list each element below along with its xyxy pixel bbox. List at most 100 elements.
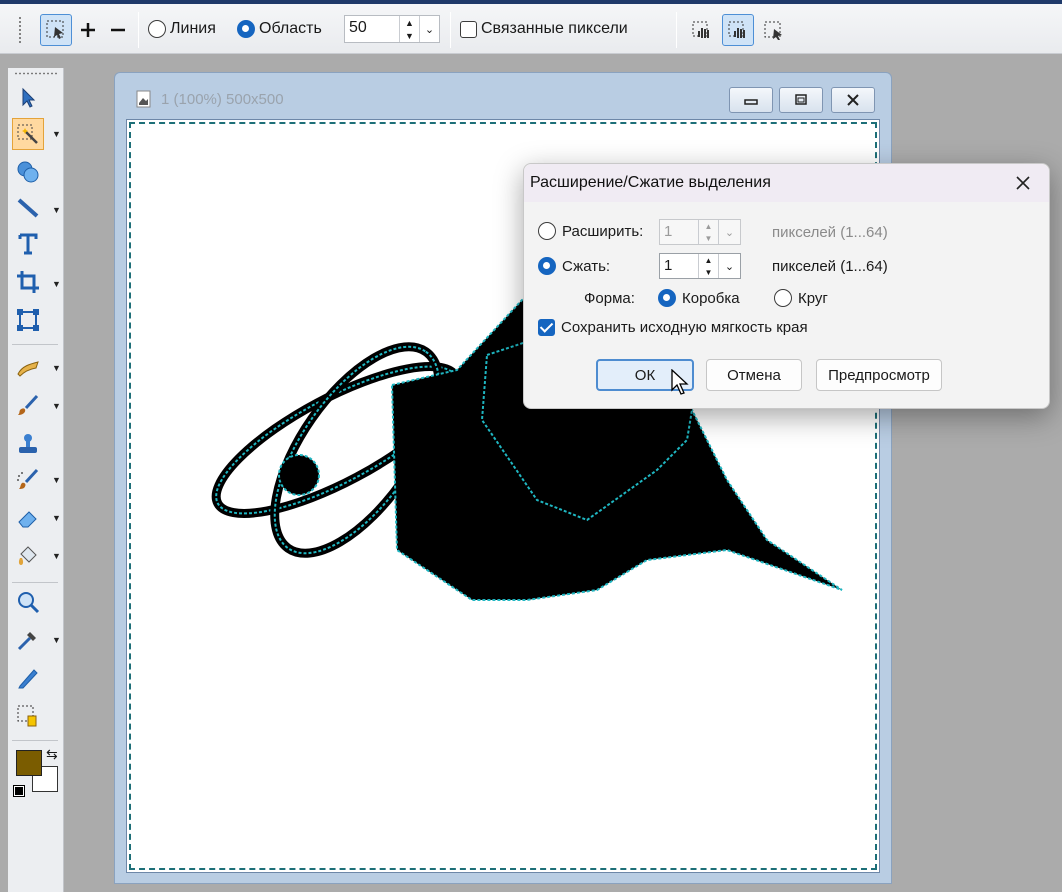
selection-mode-button[interactable]: [40, 14, 72, 46]
spin-up-icon[interactable]: ▲: [400, 16, 419, 29]
tool-brush[interactable]: [12, 390, 44, 422]
tool-pointer[interactable]: [12, 82, 44, 114]
minimize-icon: [744, 99, 758, 105]
expand-range-label: пикселей (1...64): [772, 224, 888, 241]
shrink-stepper[interactable]: 1 ▲ ▼ ⌄: [659, 253, 741, 279]
separator: [12, 582, 58, 583]
shape-circle-label: Круг: [798, 289, 828, 307]
spin-down-icon[interactable]: ▼: [400, 29, 419, 42]
tool-eyedropper[interactable]: [12, 624, 44, 656]
chevron-down-icon[interactable]: ▼: [52, 636, 61, 645]
expand-shrink-dialog: Расширение/Сжатие выделения Расширить: 1…: [523, 163, 1050, 409]
separator: [138, 12, 139, 48]
tolerance-value[interactable]: 50: [345, 16, 399, 42]
tool-pen[interactable]: [12, 662, 44, 694]
chevron-down-icon[interactable]: ▼: [52, 364, 61, 373]
toolbox-grip[interactable]: [14, 72, 58, 75]
expand-stepper[interactable]: 1 ▲ ▼ ⌄: [659, 219, 741, 245]
tool-crop[interactable]: [12, 266, 44, 298]
mode-area-label: Область: [259, 20, 322, 37]
mode-area-option[interactable]: Область: [237, 20, 322, 38]
keep-softness-option[interactable]: Сохранить исходную мягкость края: [538, 319, 808, 336]
shrink-option[interactable]: Сжать:: [538, 257, 610, 275]
transform-icon: [17, 309, 39, 331]
tool-smudge[interactable]: [12, 352, 44, 384]
dialog-close-button[interactable]: [1005, 170, 1041, 196]
chevron-down-icon[interactable]: ▼: [52, 514, 61, 523]
chevron-down-icon[interactable]: ▼: [52, 130, 61, 139]
maximize-button[interactable]: [779, 87, 823, 113]
shape-circle-radio[interactable]: [774, 289, 792, 307]
spin-up-icon[interactable]: ▲: [699, 220, 718, 232]
mode-line-option[interactable]: Линия: [148, 20, 216, 38]
spin-down-icon[interactable]: ▼: [699, 266, 718, 278]
pointer-icon: [22, 87, 36, 108]
chevron-down-icon[interactable]: ⌄: [718, 220, 740, 244]
tool-transform[interactable]: [12, 304, 44, 336]
image-document-icon: [136, 90, 151, 108]
add-selection-button[interactable]: [76, 14, 100, 46]
tool-eraser[interactable]: [12, 502, 44, 534]
close-icon: [847, 94, 859, 106]
linked-pixels-option[interactable]: Связанные пиксели: [460, 20, 628, 38]
brush-icon: [18, 394, 39, 415]
spin-down-icon[interactable]: ▼: [699, 232, 718, 244]
select-rect-button[interactable]: [760, 14, 788, 46]
expand-radio[interactable]: [538, 222, 556, 240]
chevron-down-icon[interactable]: ▼: [52, 206, 61, 215]
fill-icon: [18, 546, 37, 565]
mode-area-radio[interactable]: [237, 20, 255, 38]
select-similar-button[interactable]: [688, 14, 716, 46]
selection-mode-icon: [46, 20, 64, 39]
default-colors-icon[interactable]: [13, 785, 25, 797]
shrink-radio[interactable]: [538, 257, 556, 275]
tool-magic-wand[interactable]: [12, 118, 44, 150]
smudge-icon: [17, 361, 39, 377]
minimize-button[interactable]: [729, 87, 773, 113]
tool-zoom[interactable]: [12, 586, 44, 618]
foreground-color-swatch[interactable]: [16, 750, 42, 776]
tool-shapes[interactable]: [12, 156, 44, 188]
dialog-title: Расширение/Сжатие выделения: [530, 174, 771, 191]
separator: [676, 12, 677, 48]
close-button[interactable]: [831, 87, 875, 113]
shape-box-option[interactable]: Коробка: [658, 289, 740, 307]
chevron-down-icon[interactable]: ▼: [52, 476, 61, 485]
preview-button[interactable]: Предпросмотр: [816, 359, 942, 391]
shape-circle-option[interactable]: Круг: [774, 289, 828, 307]
tolerance-stepper[interactable]: 50 ▲ ▼ ⌄: [344, 15, 440, 43]
chevron-down-icon[interactable]: ▼: [52, 402, 61, 411]
spin-up-icon[interactable]: ▲: [699, 254, 718, 266]
keep-softness-checkbox[interactable]: [538, 319, 555, 336]
chevron-down-icon[interactable]: ▼: [52, 280, 61, 289]
tool-stamp[interactable]: [12, 428, 44, 460]
toolbox: ▼ ▼ ▼ ▼ ▼ ▼ ▼ ▼ ▼ ⇆: [8, 68, 64, 892]
expand-option[interactable]: Расширить:: [538, 222, 643, 240]
mouse-cursor-icon: [671, 369, 689, 395]
toolbar-grip[interactable]: [18, 16, 22, 44]
linked-pixels-checkbox[interactable]: [460, 20, 477, 38]
airbrush-icon: [17, 468, 39, 489]
shrink-label: Сжать:: [562, 257, 611, 275]
text-icon: [18, 233, 38, 255]
select-similar-icon: [692, 21, 709, 38]
zoom-icon: [18, 592, 40, 614]
subtract-selection-button[interactable]: [106, 14, 130, 46]
swap-colors-icon[interactable]: ⇆: [46, 746, 58, 763]
tool-selection-color[interactable]: [12, 700, 44, 732]
expand-value[interactable]: 1: [660, 220, 698, 244]
tool-line[interactable]: [12, 192, 44, 224]
tool-text[interactable]: [12, 228, 44, 260]
cancel-button[interactable]: Отмена: [706, 359, 802, 391]
mode-line-radio[interactable]: [148, 20, 166, 38]
options-bar: Линия Область 50 ▲ ▼ ⌄ Связанные пиксели: [0, 4, 1062, 54]
tool-airbrush[interactable]: [12, 464, 44, 496]
select-linked-button[interactable]: [722, 14, 754, 46]
tool-fill[interactable]: [12, 540, 44, 572]
shrink-value[interactable]: 1: [660, 254, 698, 278]
shape-box-radio[interactable]: [658, 289, 676, 307]
chevron-down-icon[interactable]: ▼: [52, 552, 61, 561]
chevron-down-icon[interactable]: ⌄: [419, 16, 439, 42]
line-icon: [17, 198, 39, 218]
chevron-down-icon[interactable]: ⌄: [718, 254, 740, 278]
